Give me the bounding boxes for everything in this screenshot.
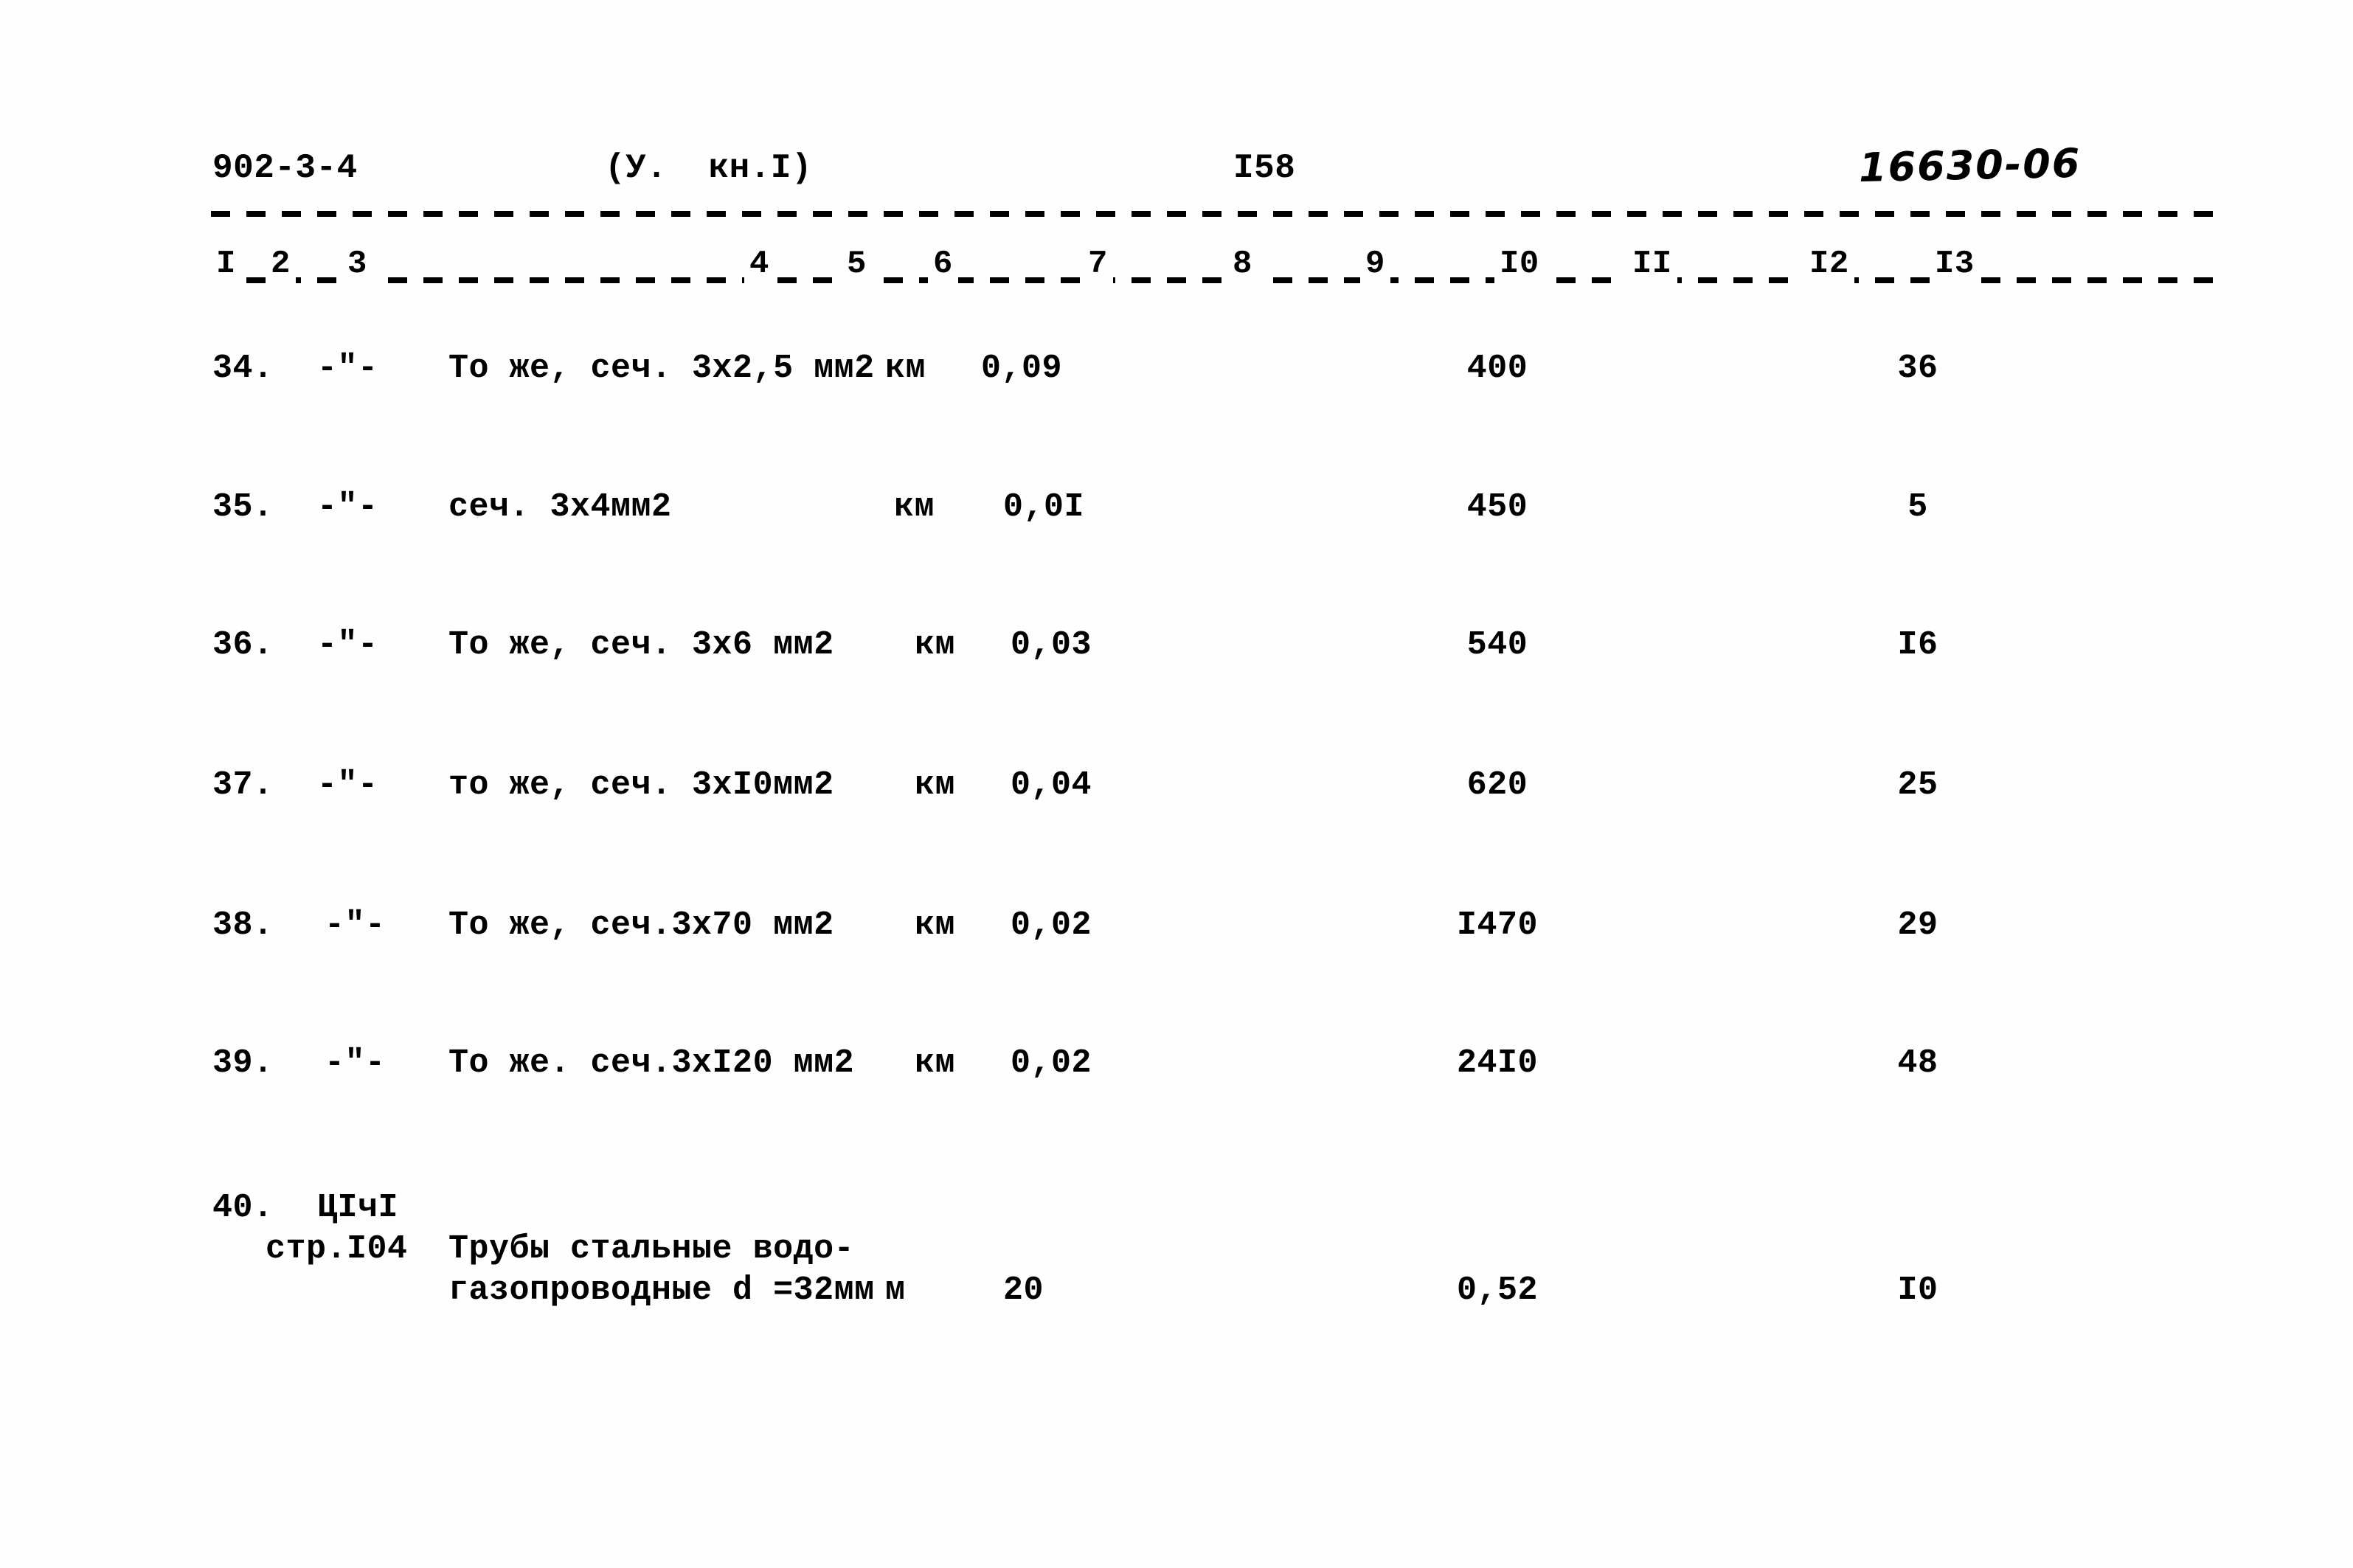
column-number-12: I2 [1804, 243, 1854, 285]
row-total: 36 [1897, 350, 1938, 387]
row-unit: км [915, 906, 956, 944]
row-quantity: 0,09 [981, 350, 1063, 387]
row-price: I470 [1456, 906, 1539, 944]
column-number-8: 8 [1227, 243, 1258, 285]
row-total: 29 [1897, 906, 1938, 944]
header-divider-rule [211, 211, 2213, 217]
row-quantity: 0,02 [1011, 906, 1092, 944]
row-price: 24I0 [1456, 1044, 1539, 1082]
column-number-row: I 2 3 4 5 6 7 8 9 I0 II I2 I3 [211, 243, 2217, 296]
row-unit: км [894, 488, 935, 526]
row-number: 34. [212, 350, 274, 387]
row-price: 450 [1466, 488, 1528, 526]
column-number-9: 9 [1360, 243, 1390, 285]
page-number: I58 [1233, 149, 1296, 187]
row-unit: км [885, 350, 926, 387]
row-price: 400 [1466, 350, 1528, 387]
column-number-5: 5 [842, 243, 872, 285]
archive-stamp: 16630-06 [1858, 139, 2082, 191]
series-code: 902-3-4 [212, 149, 358, 187]
table-row: 37. -"- то же, сеч. 3хI0мм2 км 0,04 620 … [0, 763, 2353, 852]
section-ref: (У. кн.I) [605, 149, 813, 187]
table-row: 40. ЦIчI стр.I04 Трубы стальные водо- га… [0, 1186, 2353, 1378]
table-row: 34. -"- То же, сеч. 3х2,5 мм2 км 0,09 40… [0, 347, 2353, 435]
row-total: 48 [1897, 1044, 1938, 1082]
row-quantity: 0,02 [1011, 1044, 1092, 1082]
document-page: 902-3-4 (У. кн.I) I58 16630-06 I 2 3 4 5… [0, 0, 2353, 1568]
column-number-4: 4 [744, 243, 774, 285]
row-quantity: 0,04 [1011, 766, 1092, 804]
table-row: 39. -"- То же. сеч.3хI20 мм2 км 0,02 24I… [0, 1041, 2353, 1130]
table-row: 35. -"- сеч. 3х4мм2 км 0,0I 450 5 [0, 485, 2353, 574]
row-page-ref: стр.I04 [266, 1230, 408, 1268]
row-unit: км [915, 626, 956, 664]
table-row: 36. -"- То же, сеч. 3х6 мм2 км 0,03 540 … [0, 623, 2353, 712]
column-number-13: I3 [1930, 243, 1980, 285]
row-price: 0,52 [1456, 1272, 1539, 1309]
column-number-7: 7 [1083, 243, 1113, 285]
row-unit: м [885, 1272, 906, 1309]
row-total: I0 [1897, 1272, 1938, 1309]
row-unit: км [915, 766, 956, 804]
column-number-10: I0 [1494, 243, 1545, 285]
row-number: 36. [212, 626, 274, 664]
row-total: 25 [1897, 766, 1938, 804]
row-price: 540 [1466, 626, 1528, 664]
row-number: 38. [212, 906, 274, 944]
table-row: 38. -"- То же, сеч.3х70 мм2 км 0,02 I470… [0, 903, 2353, 992]
row-quantity: 20 [1003, 1272, 1044, 1309]
row-name-line-1: Трубы стальные водо- [448, 1230, 855, 1268]
row-total: I6 [1897, 626, 1938, 664]
row-number: 37. [212, 766, 274, 804]
column-number-2: 2 [266, 243, 296, 285]
column-number-1: I [211, 243, 241, 285]
column-number-6: 6 [928, 243, 958, 285]
row-justification-code: ЦIчI [317, 1189, 399, 1227]
row-unit: км [915, 1044, 956, 1082]
column-number-11: II [1627, 243, 1677, 285]
row-name-line-2: газопроводные d =32мм [448, 1272, 875, 1309]
row-total: 5 [1907, 488, 1928, 526]
row-quantity: 0,0I [1003, 488, 1085, 526]
column-number-3: 3 [342, 243, 372, 285]
row-number: 35. [212, 488, 274, 526]
row-price: 620 [1466, 766, 1528, 804]
column-divider-rule [211, 277, 2217, 283]
row-number: 39. [212, 1044, 274, 1082]
row-number: 40. [212, 1189, 274, 1227]
row-quantity: 0,03 [1011, 626, 1092, 664]
